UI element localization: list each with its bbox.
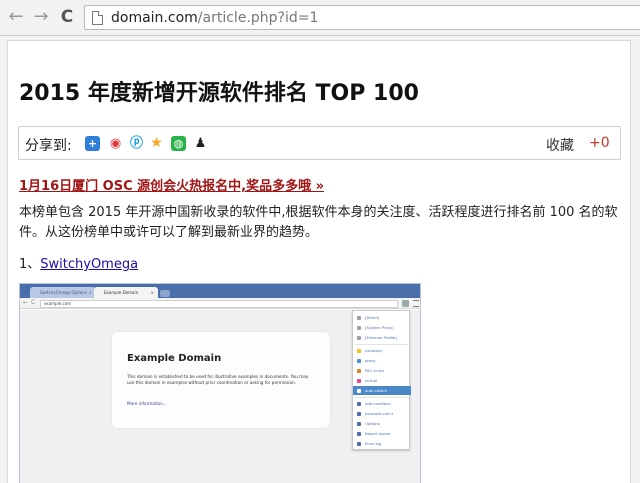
article-title: 2015 年度新增开源软件排名 TOP 100 bbox=[19, 81, 419, 106]
profile-icon bbox=[357, 349, 361, 353]
popup-item-label: Report issues bbox=[365, 431, 391, 436]
popup-item: example.com+ bbox=[353, 409, 411, 418]
article-page: 2015 年度新增开源软件排名 TOP 100 分享到: + ◉ ⓟ ★ ◍ ♟… bbox=[7, 40, 631, 483]
screenshot-reload-icon: C bbox=[31, 299, 36, 306]
address-bar[interactable]: domain.com/article.php?id=1 bbox=[84, 5, 640, 30]
popup-item-label: add condition bbox=[365, 401, 391, 406]
profile-icon bbox=[357, 336, 361, 340]
popup-item: [Direct] bbox=[353, 313, 411, 322]
switchyomega-link[interactable]: SwitchyOmega bbox=[40, 257, 138, 272]
screenshot-toolbar: ← C example.com bbox=[20, 298, 420, 309]
card-text: This domain is established to be used fo… bbox=[127, 374, 309, 385]
popup-item: add condition bbox=[353, 399, 411, 408]
screenshot-tab-label: Example Domain bbox=[104, 290, 139, 295]
popup-item: Options bbox=[353, 419, 411, 428]
qq-icon[interactable]: ♟ bbox=[193, 136, 208, 151]
profile-icon bbox=[357, 359, 361, 363]
popup-item: Error log bbox=[353, 439, 411, 448]
weibo-icon[interactable]: ◉ bbox=[108, 136, 123, 151]
wechat-icon[interactable]: ◍ bbox=[171, 136, 186, 151]
popup-item-label: [Direct] bbox=[365, 315, 380, 320]
popup-item: [External Profile] bbox=[353, 333, 411, 342]
favorite-count: +0 bbox=[589, 135, 610, 151]
menu-icon bbox=[413, 300, 419, 307]
profile-icon bbox=[357, 412, 361, 416]
forward-arrow-icon[interactable]: → bbox=[31, 7, 51, 27]
popup-item-label: Options bbox=[365, 421, 380, 426]
profile-icon bbox=[357, 316, 361, 320]
screenshot-tabbar: SwitchyOmega Options × Example Domain × bbox=[20, 284, 420, 298]
qzone-icon[interactable]: ★ bbox=[149, 136, 164, 151]
profile-icon bbox=[357, 402, 361, 406]
popup-item-label: company bbox=[365, 348, 383, 353]
popup-separator bbox=[355, 397, 409, 398]
plus-icon[interactable]: + bbox=[85, 136, 100, 151]
popup-item-label: Error log bbox=[365, 441, 382, 446]
popup-item-label: auto switch bbox=[365, 388, 387, 393]
url-domain: domain.com bbox=[111, 10, 198, 26]
screenshot-tab-options: SwitchyOmega Options × bbox=[30, 287, 96, 298]
popup-item-label: example.com+ bbox=[365, 411, 394, 416]
reload-icon[interactable]: C bbox=[57, 7, 77, 27]
url-text[interactable]: domain.com/article.php?id=1 bbox=[111, 10, 318, 26]
popup-separator bbox=[355, 344, 409, 345]
popup-item: PAC script bbox=[353, 366, 411, 375]
share-bar: 分享到: + ◉ ⓟ ★ ◍ ♟ 收藏 +0 bbox=[18, 126, 621, 160]
popup-item: Report issues bbox=[353, 429, 411, 438]
list-item: 1、SwitchyOmega bbox=[19, 253, 138, 272]
list-prefix: 1、 bbox=[19, 257, 41, 272]
pengyou-icon[interactable]: ⓟ bbox=[129, 136, 144, 151]
article-body: 本榜单包含 2015 年开源中国新收录的软件中,根据软件本身的关注度、活跃程度进… bbox=[19, 205, 618, 240]
popup-item-label: virtual bbox=[365, 378, 378, 383]
screenshot-tab-example: Example Domain × bbox=[94, 287, 158, 298]
popup-item: auto switch bbox=[353, 386, 411, 395]
popup-item: virtual bbox=[353, 376, 411, 385]
card-title: Example Domain bbox=[127, 353, 222, 364]
popup-item-label: proxy bbox=[365, 358, 376, 363]
popup-item-label: [External Profile] bbox=[365, 335, 397, 340]
screenshot-url: example.com bbox=[40, 300, 398, 308]
screenshot-page: Example Domain This domain is establishe… bbox=[20, 310, 420, 483]
url-path: /article.php?id=1 bbox=[197, 10, 319, 26]
page-icon bbox=[92, 11, 103, 25]
switchyomega-extension-icon bbox=[402, 300, 409, 307]
promo-link[interactable]: 1月16日厦门 OSC 源创会火热报名中,奖品多多哦 » bbox=[19, 175, 324, 194]
popup-item-label: [System Proxy] bbox=[365, 325, 394, 330]
popup-item-label: PAC script bbox=[365, 368, 385, 373]
popup-item: proxy bbox=[353, 356, 411, 365]
profile-icon bbox=[357, 422, 361, 426]
switchyomega-popup-menu: [Direct] [System Proxy] [External Profile]… bbox=[352, 310, 411, 450]
popup-item: [System Proxy] bbox=[353, 323, 411, 332]
profile-icon bbox=[357, 389, 361, 393]
back-arrow-icon[interactable]: ← bbox=[6, 7, 26, 27]
profile-icon bbox=[357, 442, 361, 446]
screenshot-back-icon: ← bbox=[23, 299, 29, 306]
new-tab-icon bbox=[160, 290, 170, 297]
favorite-button[interactable]: 收藏 bbox=[546, 135, 574, 155]
popup-item: company bbox=[353, 346, 411, 355]
profile-icon bbox=[357, 369, 361, 373]
screenshot-tab-label: SwitchyOmega Options bbox=[40, 290, 87, 295]
profile-icon bbox=[357, 379, 361, 383]
profile-icon bbox=[357, 432, 361, 436]
embedded-screenshot: SwitchyOmega Options × Example Domain × ← … bbox=[19, 283, 421, 483]
card-link: More information... bbox=[127, 401, 167, 406]
example-domain-card: Example Domain This domain is establishe… bbox=[112, 332, 330, 428]
share-label: 分享到: bbox=[25, 138, 72, 154]
profile-icon bbox=[357, 326, 361, 330]
browser-toolbar: ← → C domain.com/article.php?id=1 bbox=[0, 0, 640, 36]
